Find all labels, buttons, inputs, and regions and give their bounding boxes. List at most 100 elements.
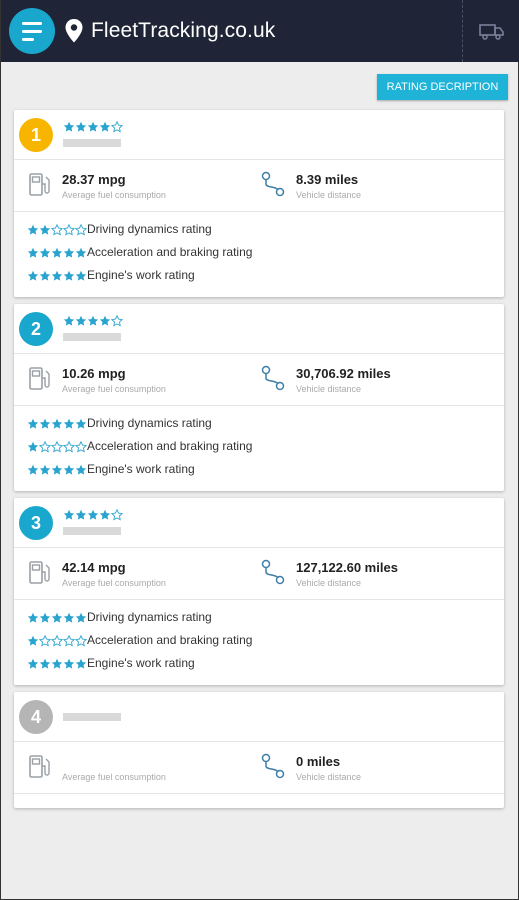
star-filled-icon xyxy=(51,247,63,258)
star-filled-icon xyxy=(63,121,75,132)
metrics-row: Average fuel consumption 0 miles Vehicle… xyxy=(14,742,504,794)
ratings-list: Driving dynamics rating Acceleration and… xyxy=(14,406,504,491)
vehicle-card[interactable]: 2 10.26 mpg Average fuel consumption 30,… xyxy=(14,304,504,491)
fuel-pump-icon xyxy=(29,561,50,584)
vehicle-card[interactable]: 1 28.37 mpg Average fuel consumption 8.3… xyxy=(14,110,504,297)
rating-label: Acceleration and braking rating xyxy=(87,439,253,453)
vehicle-card[interactable]: 3 42.14 mpg Average fuel consumption 127… xyxy=(14,498,504,685)
star-filled-icon xyxy=(75,121,87,132)
star-filled-icon xyxy=(87,121,99,132)
acceleration-braking-rating: Acceleration and braking rating xyxy=(14,244,504,267)
star-filled-icon xyxy=(27,270,39,281)
rating-label: Engine's work rating xyxy=(87,268,195,282)
star-empty-icon xyxy=(51,441,63,453)
star-empty-icon xyxy=(51,224,63,236)
metrics-row: 42.14 mpg Average fuel consumption 127,1… xyxy=(14,548,504,600)
card-header: 1 xyxy=(14,110,504,160)
route-icon xyxy=(261,365,285,391)
distance-label: Vehicle distance xyxy=(296,772,362,782)
star-empty-icon xyxy=(63,635,75,647)
star-empty-icon xyxy=(111,509,123,521)
acceleration-braking-rating: Acceleration and braking rating xyxy=(14,438,504,461)
card-header: 4 xyxy=(14,692,504,742)
rating-stars xyxy=(27,612,87,624)
star-filled-icon xyxy=(39,464,51,475)
fuel-consumption-value: 10.26 mpg xyxy=(62,366,126,381)
rank-badge: 1 xyxy=(19,118,53,152)
rank-badge: 3 xyxy=(19,506,53,540)
fuel-consumption-value: 42.14 mpg xyxy=(62,560,126,575)
fuel-consumption-label: Average fuel consumption xyxy=(62,772,166,782)
star-filled-icon xyxy=(99,509,111,520)
star-filled-icon xyxy=(87,315,99,326)
rating-stars xyxy=(27,464,87,476)
distance-label: Vehicle distance xyxy=(296,190,362,200)
star-filled-icon xyxy=(39,658,51,669)
overall-rating-stars xyxy=(63,509,123,521)
engine-work-rating: Engine's work rating xyxy=(14,267,504,290)
star-empty-icon xyxy=(39,635,51,647)
rating-label: Driving dynamics rating xyxy=(87,222,212,236)
star-filled-icon xyxy=(75,658,87,669)
star-filled-icon xyxy=(27,464,39,475)
blurred-plate xyxy=(63,713,121,721)
rating-label: Driving dynamics rating xyxy=(87,610,212,624)
menu-button[interactable] xyxy=(9,8,55,54)
route-icon xyxy=(261,171,285,197)
star-empty-icon xyxy=(111,121,123,133)
metrics-row: 28.37 mpg Average fuel consumption 8.39 … xyxy=(14,160,504,212)
blurred-plate xyxy=(63,333,121,341)
distance-label: Vehicle distance xyxy=(296,578,362,588)
star-filled-icon xyxy=(51,418,63,429)
star-empty-icon xyxy=(75,224,87,236)
rating-label: Engine's work rating xyxy=(87,462,195,476)
star-filled-icon xyxy=(75,247,87,258)
star-filled-icon xyxy=(27,635,39,646)
rating-stars xyxy=(27,418,87,430)
overall-rating-stars xyxy=(63,315,123,327)
vehicle-card[interactable]: 4 Average fuel consumption 0 miles Vehic… xyxy=(14,692,504,808)
rating-stars xyxy=(27,635,87,647)
rank-badge: 4 xyxy=(19,700,53,734)
location-pin-icon xyxy=(65,19,83,43)
blurred-plate xyxy=(63,139,121,147)
star-filled-icon xyxy=(75,464,87,475)
route-icon xyxy=(261,753,285,779)
rating-label: Acceleration and braking rating xyxy=(87,633,253,647)
rating-label: Driving dynamics rating xyxy=(87,416,212,430)
star-filled-icon xyxy=(87,509,99,520)
star-filled-icon xyxy=(99,121,111,132)
driving-dynamics-rating: Driving dynamics rating xyxy=(14,609,504,632)
hamburger-icon xyxy=(22,37,34,41)
distance-label: Vehicle distance xyxy=(296,384,362,394)
rating-stars xyxy=(27,247,87,259)
acceleration-braking-rating: Acceleration and braking rating xyxy=(14,632,504,655)
app-header: FleetTracking.co.uk xyxy=(1,0,519,62)
vehicles-button[interactable] xyxy=(462,0,519,62)
rating-stars xyxy=(27,224,87,236)
star-filled-icon xyxy=(39,247,51,258)
star-filled-icon xyxy=(75,315,87,326)
star-empty-icon xyxy=(51,635,63,647)
star-filled-icon xyxy=(39,270,51,281)
app-title: FleetTracking.co.uk xyxy=(91,19,276,42)
app-frame: FleetTracking.co.uk RATING DECRIPTION 1 … xyxy=(0,0,519,900)
hamburger-icon xyxy=(22,29,42,33)
distance-value: 127,122.60 miles xyxy=(296,560,398,575)
star-filled-icon xyxy=(27,247,39,258)
fuel-pump-icon xyxy=(29,173,50,196)
engine-work-rating: Engine's work rating xyxy=(14,655,504,678)
star-filled-icon xyxy=(75,270,87,281)
rating-stars xyxy=(27,441,87,453)
distance-value: 30,706.92 miles xyxy=(296,366,391,381)
star-filled-icon xyxy=(39,224,51,235)
blurred-plate xyxy=(63,527,121,535)
rating-description-button[interactable]: RATING DECRIPTION xyxy=(377,74,508,100)
card-header: 2 xyxy=(14,304,504,354)
fuel-pump-icon xyxy=(29,367,50,390)
fuel-pump-icon xyxy=(29,755,50,778)
star-filled-icon xyxy=(75,418,87,429)
star-filled-icon xyxy=(51,658,63,669)
star-filled-icon xyxy=(63,509,75,520)
ratings-list: Driving dynamics rating Acceleration and… xyxy=(14,212,504,297)
